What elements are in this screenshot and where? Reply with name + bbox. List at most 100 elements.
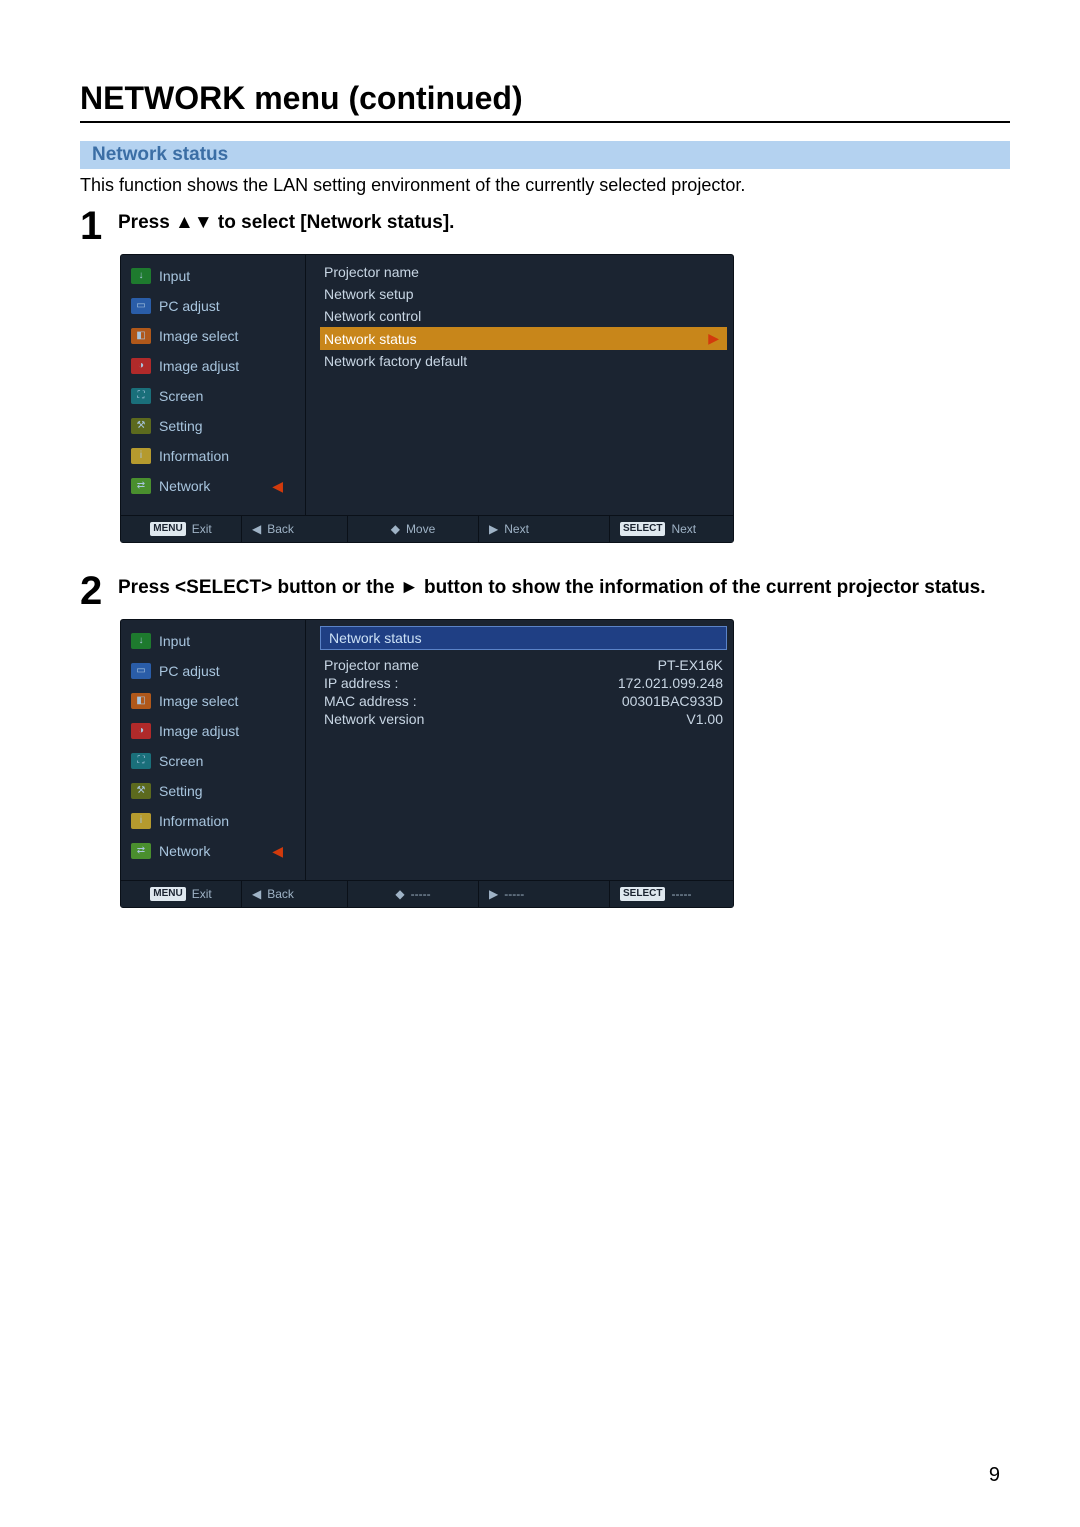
information-icon: i <box>131 448 151 464</box>
status-row: Network version V1.00 <box>320 710 727 728</box>
menu-item-screen: ⛶Screen <box>121 746 305 776</box>
menu-item-setting: ⚒Setting <box>121 776 305 806</box>
kv-key: Network version <box>324 711 424 727</box>
submenu-item: Network factory default <box>320 350 727 372</box>
footer-cell: SELECT Next <box>610 516 733 542</box>
menu-label: Image adjust <box>159 358 239 374</box>
footer-label: Exit <box>192 887 212 901</box>
menu-label: Input <box>159 633 190 649</box>
menu-item-image-adjust: ◑ Image adjust <box>121 716 305 746</box>
submenu-item: Projector name <box>320 261 727 283</box>
step-text: Press ▲▼ to select [Network status]. <box>118 206 454 234</box>
kv-key: MAC address : <box>324 693 417 709</box>
menu-label: Image select <box>159 693 238 709</box>
image-select-icon: ◧ <box>131 693 151 709</box>
menu-label: PC adjust <box>159 663 220 679</box>
footer-label: ----- <box>671 887 691 901</box>
submenu-item: Network setup <box>320 283 727 305</box>
image-select-icon: ◧ <box>131 328 151 344</box>
menu-label: Setting <box>159 418 203 434</box>
step-text: Press <SELECT> button or the ► button to… <box>118 571 986 599</box>
menu-item-input: ↓ Input <box>121 626 305 656</box>
menu-chip: MENU <box>150 887 185 901</box>
submenu-item: Network control <box>320 305 727 327</box>
menu-label: Information <box>159 448 229 464</box>
menu-item-setting: ⚒Setting <box>121 411 305 441</box>
footer-label: Back <box>267 522 294 536</box>
back-arrow-icon: ◀ <box>252 522 261 536</box>
information-icon: i <box>131 813 151 829</box>
menu-label: Screen <box>159 388 203 404</box>
osd-right-panel: Network status Projector namePT-EX16K IP… <box>306 620 733 880</box>
footer-label: Next <box>671 522 696 536</box>
footer-cell: SELECT ----- <box>610 881 733 907</box>
kv-key: IP address : <box>324 675 398 691</box>
osd-screenshot-1: ↓ Input ▭ PC adjust ◧ Image select ◑ Image a… <box>120 254 734 543</box>
menu-label: Network <box>159 478 210 494</box>
menu-item-pc-adjust: ▭ PC adjust <box>121 656 305 686</box>
menu-item-network: ⇄Network◀ <box>121 836 305 866</box>
submenu-label: Network status <box>324 331 417 347</box>
footer-cell: ◀Back <box>242 881 348 907</box>
menu-item-network: ⇄ Network ◀ <box>121 471 305 501</box>
input-icon: ↓ <box>131 633 151 649</box>
page-number: 9 <box>989 1464 1000 1487</box>
updown-arrow-icon: ◆ <box>391 522 400 536</box>
page-title: NETWORK menu (continued) <box>80 80 1010 117</box>
footer-label: Move <box>406 522 435 536</box>
menu-label: Screen <box>159 753 203 769</box>
kv-value: 00301BAC933D <box>622 693 723 709</box>
select-chip: SELECT <box>620 887 665 901</box>
menu-item-information: i Information <box>121 441 305 471</box>
section-desc: This function shows the LAN setting envi… <box>80 175 1010 196</box>
osd-footer: MENU Exit ◀Back ◆----- ▶ ----- SELECT ----- <box>121 880 733 907</box>
menu-item-image-select: ◧ Image select <box>121 321 305 351</box>
osd-left-menu: ↓ Input ▭ PC adjust ◧ Image select ◑ Image a… <box>121 255 306 515</box>
menu-item-screen: ⛶Screen <box>121 381 305 411</box>
network-icon: ⇄ <box>131 478 151 494</box>
status-row: Projector name PT-EX16K <box>320 656 727 674</box>
footer-label: Back <box>267 887 294 901</box>
right-arrow-icon: ▶ <box>708 330 719 347</box>
step-number: 1 <box>80 206 118 246</box>
osd-right-panel: Projector name Network setup Network con… <box>306 255 733 515</box>
footer-label: Exit <box>192 522 212 536</box>
setting-icon: ⚒ <box>131 783 151 799</box>
input-icon: ↓ <box>131 268 151 284</box>
image-adjust-icon: ◑ <box>131 723 151 739</box>
pc-adjust-icon: ▭ <box>131 663 151 679</box>
select-chip: SELECT <box>620 522 665 536</box>
osd-left-menu: ↓ Input ▭ PC adjust ◧ Image select ◑ Image a… <box>121 620 306 880</box>
left-arrow-icon: ◀ <box>272 478 297 495</box>
menu-item-pc-adjust: ▭ PC adjust <box>121 291 305 321</box>
step-number: 2 <box>80 571 118 611</box>
kv-value: 172.021.099.248 <box>618 675 723 691</box>
menu-item-image-select: ◧ Image select <box>121 686 305 716</box>
footer-cell: ◆----- <box>348 881 479 907</box>
osd-screenshot-2: ↓ Input ▭ PC adjust ◧ Image select ◑ Image a… <box>120 619 734 908</box>
pc-adjust-icon: ▭ <box>131 298 151 314</box>
step-row: 2 Press <SELECT> button or the ► button … <box>80 571 1010 611</box>
kv-value: PT-EX16K <box>658 657 723 673</box>
image-adjust-icon: ◑ <box>131 358 151 374</box>
network-icon: ⇄ <box>131 843 151 859</box>
footer-cell: MENU Exit <box>121 516 242 542</box>
menu-label: PC adjust <box>159 298 220 314</box>
left-arrow-icon: ◀ <box>272 843 297 860</box>
section-title: Network status <box>80 141 1010 169</box>
kv-key: Projector name <box>324 657 419 673</box>
menu-label: Input <box>159 268 190 284</box>
footer-label: ----- <box>504 887 524 901</box>
next-arrow-icon: ▶ <box>489 522 498 536</box>
menu-chip: MENU <box>150 522 185 536</box>
updown-arrow-icon: ◆ <box>395 887 404 901</box>
footer-cell: ▶ ----- <box>479 881 610 907</box>
kv-value: V1.00 <box>686 711 723 727</box>
menu-item-information: iInformation <box>121 806 305 836</box>
menu-label: Image adjust <box>159 723 239 739</box>
footer-cell: MENU Exit <box>121 881 242 907</box>
menu-label: Image select <box>159 328 238 344</box>
footer-cell: ◀ Back <box>242 516 348 542</box>
menu-item-input: ↓ Input <box>121 261 305 291</box>
next-arrow-icon: ▶ <box>489 887 498 901</box>
